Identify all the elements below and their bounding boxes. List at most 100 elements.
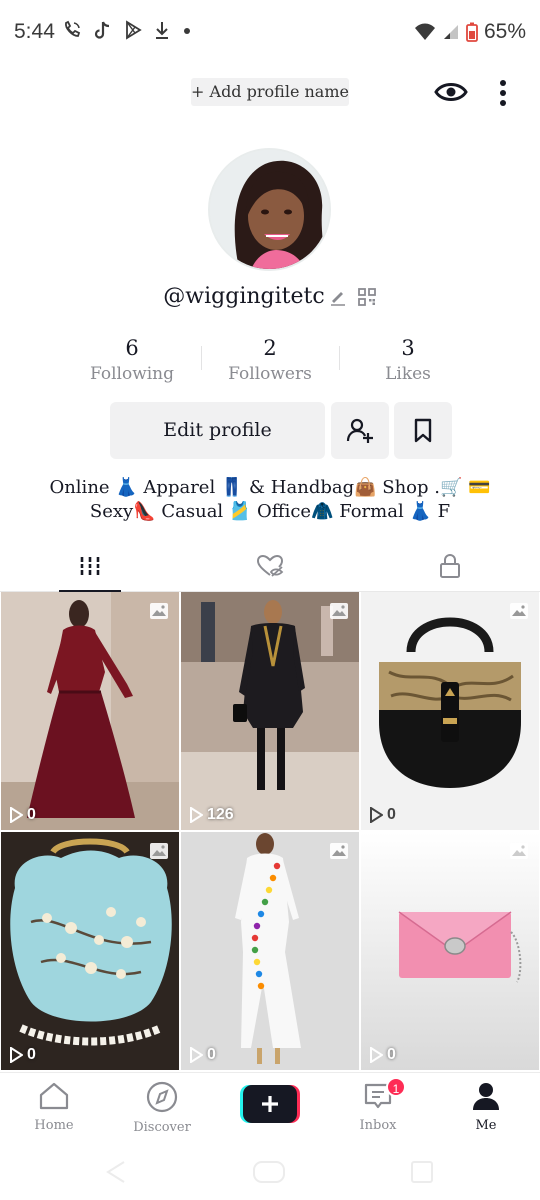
video-grid: 0 126 0 0 0 0: [0, 592, 540, 1072]
photo-badge: [509, 842, 529, 865]
stat-divider: [201, 346, 202, 370]
liked-hidden-icon: [256, 554, 284, 577]
image-icon: [150, 603, 168, 619]
photo-badge: [149, 602, 169, 625]
view-count: 0: [369, 1046, 396, 1064]
status-bar: 5:44 65%: [0, 0, 540, 66]
stat-likes[interactable]: 3 Likes: [348, 336, 468, 384]
play-store-icon: [126, 20, 142, 40]
stat-followers[interactable]: 2 Followers: [210, 336, 330, 384]
likes-label: Likes: [385, 364, 431, 384]
video-thumbnail[interactable]: 0: [361, 832, 539, 1070]
nav-discover-label: Discover: [133, 1120, 191, 1135]
video-thumbnail[interactable]: 0: [181, 832, 359, 1070]
view-count-text: 0: [207, 1046, 216, 1063]
avatar[interactable]: [208, 148, 331, 271]
nav-inbox-label: Inbox: [359, 1118, 397, 1133]
photo-badge: [329, 602, 349, 625]
photo-badge: [329, 842, 349, 865]
tiktok-notification-icon: [94, 21, 110, 39]
wifi-call-icon: [65, 20, 81, 37]
view-count-text: 0: [387, 1046, 396, 1063]
dot-icon: [184, 28, 190, 34]
battery-icon: [466, 22, 478, 42]
view-count: 0: [9, 806, 36, 824]
thumbnail-image: [361, 592, 539, 830]
add-friends-button[interactable]: [331, 402, 389, 459]
play-icon: [10, 1047, 23, 1063]
nav-home[interactable]: Home: [0, 1081, 108, 1133]
create-button[interactable]: [240, 1085, 300, 1123]
image-icon: [330, 603, 348, 619]
more-vertical-icon: [500, 80, 506, 106]
status-right: 65%: [414, 20, 526, 44]
eye-icon: [434, 83, 468, 101]
bio-line-1: Online 👗 Apparel 👖 & Handbag👜 Shop .🛒 💳: [49, 477, 491, 498]
add-profile-name-button[interactable]: + Add profile name: [191, 78, 349, 106]
play-icon: [190, 807, 203, 823]
lock-icon: [440, 554, 460, 578]
tab-videos[interactable]: [0, 540, 180, 593]
nav-me-label: Me: [475, 1118, 497, 1133]
photo-badge: [149, 842, 169, 865]
bio: Online 👗 Apparel 👖 & Handbag👜 Shop .🛒 💳 …: [0, 476, 540, 524]
view-count: 0: [189, 1046, 216, 1064]
play-icon: [190, 1047, 203, 1063]
edit-profile-button[interactable]: Edit profile: [110, 402, 325, 459]
following-count: 6: [125, 336, 139, 360]
username: @wiggingitetc: [163, 284, 325, 309]
view-count-text: 0: [27, 1046, 36, 1063]
image-icon: [510, 843, 528, 859]
tab-private[interactable]: [360, 540, 540, 592]
notification-icons: [62, 20, 192, 40]
tab-liked[interactable]: [180, 540, 360, 592]
avatar-photo: [210, 150, 329, 269]
nav-me[interactable]: Me: [432, 1081, 540, 1133]
image-icon: [510, 603, 528, 619]
following-label: Following: [89, 364, 175, 384]
bottom-nav: Home Discover Inbox 1 Me: [0, 1072, 540, 1144]
system-nav-icons: [106, 1161, 433, 1183]
video-thumbnail[interactable]: 0: [1, 592, 179, 830]
play-icon: [370, 1047, 383, 1063]
edit-pencil-icon[interactable]: [329, 288, 347, 306]
home-icon: [39, 1082, 69, 1110]
profile-icon: [473, 1083, 499, 1110]
view-count: 0: [369, 806, 396, 824]
content-tabs: [0, 540, 540, 593]
more-options-button[interactable]: [490, 78, 516, 108]
play-icon: [370, 807, 383, 823]
video-thumbnail[interactable]: 0: [1, 832, 179, 1070]
image-icon: [330, 843, 348, 859]
grid-icon: [80, 557, 100, 575]
thumbnail-image: [181, 592, 359, 830]
qr-code-icon[interactable]: [357, 287, 377, 307]
stat-following[interactable]: 6 Following: [72, 336, 192, 384]
favorites-button[interactable]: [394, 402, 452, 459]
compass-icon: [146, 1081, 178, 1113]
add-user-icon: [346, 418, 373, 443]
profile-views-button[interactable]: [433, 76, 469, 108]
nav-inbox[interactable]: Inbox: [324, 1081, 432, 1133]
thumbnail-image: [181, 832, 359, 1070]
likes-count: 3: [401, 336, 415, 360]
plus-icon: [240, 1085, 300, 1123]
bookmark-icon: [414, 418, 432, 442]
video-thumbnail[interactable]: 126: [181, 592, 359, 830]
view-count: 126: [189, 806, 234, 824]
followers-label: Followers: [228, 364, 312, 384]
thumbnail-image: [1, 832, 179, 1070]
system-nav-bar: [0, 1144, 540, 1200]
photo-badge: [509, 602, 529, 625]
view-count-text: 126: [207, 806, 234, 823]
wifi-icon: [414, 23, 435, 40]
signal-icon: [443, 25, 458, 39]
image-icon: [150, 843, 168, 859]
battery-percent: 65%: [483, 20, 526, 43]
stat-divider: [339, 346, 340, 370]
nav-discover[interactable]: Discover: [108, 1081, 216, 1135]
view-count-text: 0: [387, 806, 396, 823]
nav-home-label: Home: [34, 1118, 74, 1133]
download-icon: [156, 22, 168, 39]
video-thumbnail[interactable]: 0: [361, 592, 539, 830]
